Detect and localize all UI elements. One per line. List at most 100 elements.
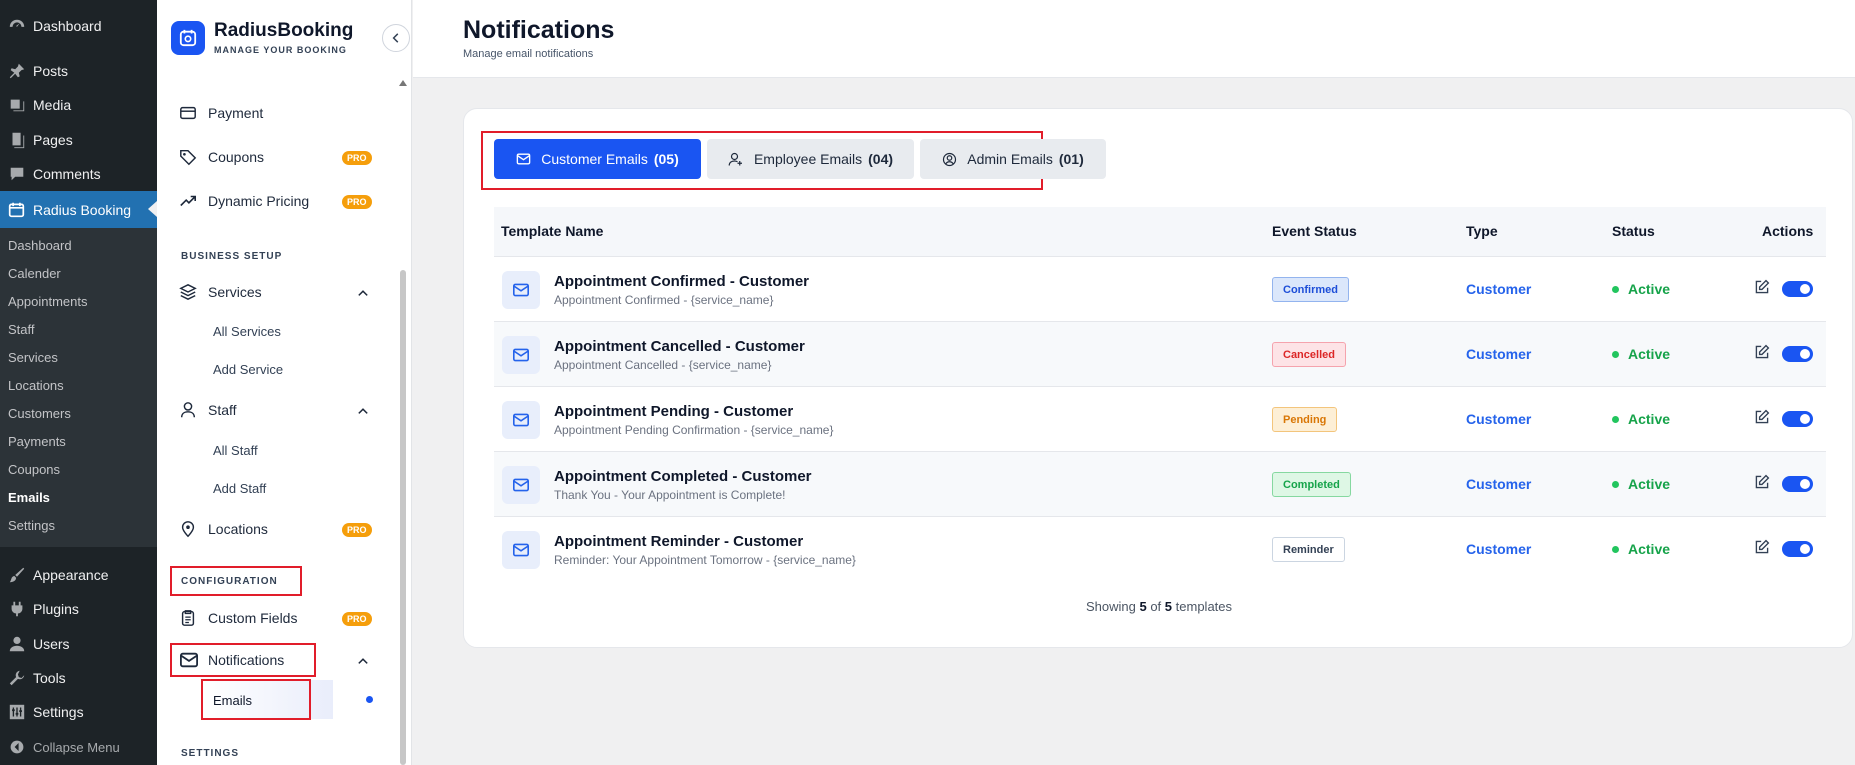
tab-count: (05)	[653, 151, 679, 167]
sidebar-subitem-all-services[interactable]: All Services	[213, 324, 281, 339]
status-indicator: Active	[1612, 476, 1670, 492]
wp-collapse-menu[interactable]: Collapse Menu	[0, 730, 157, 764]
wp-submenu-item[interactable]: Payments	[8, 434, 66, 449]
wp-menu-media[interactable]: Media	[0, 88, 157, 122]
edit-icon[interactable]	[1754, 279, 1770, 295]
wp-submenu-item[interactable]: Appointments	[8, 294, 88, 309]
comment-icon	[0, 165, 33, 183]
wp-submenu-item[interactable]: Settings	[8, 518, 55, 533]
page-header: Notifications Manage email notifications	[413, 0, 1855, 78]
tab-label: Customer Emails	[541, 151, 648, 167]
sidebar-item-label: Staff	[208, 402, 237, 418]
wp-menu-dashboard[interactable]: Dashboard	[0, 9, 157, 43]
sidebar-scrollbar[interactable]	[400, 270, 406, 765]
template-type: Customer	[1466, 541, 1532, 557]
sidebar-item-locations[interactable]: Locations	[179, 520, 268, 538]
tab-admin-emails[interactable]: Admin Emails (01)	[920, 139, 1106, 179]
wp-menu-tools[interactable]: Tools	[0, 661, 157, 695]
status-indicator: Active	[1612, 281, 1670, 297]
wp-submenu-item[interactable]: Coupons	[8, 462, 60, 477]
sidebar-item-services[interactable]: Services	[179, 283, 262, 301]
paintbrush-icon	[0, 566, 33, 584]
pro-badge: PRO	[342, 151, 372, 165]
status-toggle[interactable]	[1782, 281, 1813, 297]
chevron-up-icon[interactable]	[357, 287, 369, 299]
wp-menu-label: Radius Booking	[33, 201, 132, 218]
event-status-badge: Cancelled	[1272, 342, 1346, 367]
mail-icon	[502, 401, 540, 439]
status-indicator: Active	[1612, 346, 1670, 362]
table-row[interactable]: Appointment Confirmed - Customer Appoint…	[494, 257, 1826, 322]
tab-employee-emails[interactable]: Employee Emails (04)	[707, 139, 914, 179]
wp-menu-pages[interactable]: Pages	[0, 123, 157, 157]
wp-submenu-item[interactable]: Staff	[8, 322, 35, 337]
tab-customer-emails[interactable]: Customer Emails (05)	[494, 139, 701, 179]
chevron-left-icon	[392, 33, 399, 43]
plugin-sidebar: RadiusBooking MANAGE YOUR BOOKING Paymen…	[157, 0, 412, 765]
pro-badge: PRO	[342, 612, 372, 626]
edit-icon[interactable]	[1754, 474, 1770, 490]
wp-submenu-item[interactable]: Calender	[8, 266, 61, 281]
wp-admin-menu: Dashboard Posts Media Pages Comments Rad…	[0, 0, 157, 765]
wp-menu-label: Settings	[33, 704, 84, 720]
brand-title: RadiusBooking	[214, 20, 354, 41]
table-footer-summary: Showing 5 of 5 templates	[464, 599, 1854, 614]
edit-icon[interactable]	[1754, 344, 1770, 360]
wp-menu-label: Comments	[33, 166, 101, 182]
sidebar-item-dynamic-pricing[interactable]: Dynamic Pricing	[179, 192, 309, 210]
sidebar-subitem-all-staff[interactable]: All Staff	[213, 443, 258, 458]
event-status-badge: Confirmed	[1272, 277, 1349, 302]
sidebar-item-payment[interactable]: Payment	[179, 104, 263, 122]
table-row[interactable]: Appointment Completed - Customer Thank Y…	[494, 452, 1826, 517]
wp-submenu-item[interactable]: Locations	[8, 378, 64, 393]
status-toggle[interactable]	[1782, 411, 1813, 427]
wp-menu-users[interactable]: Users	[0, 627, 157, 661]
chevron-up-icon[interactable]	[357, 655, 369, 667]
footer-prefix: Showing	[1085, 599, 1136, 614]
wp-menu-settings[interactable]: Settings	[0, 695, 157, 729]
status-indicator: Active	[1612, 411, 1670, 427]
tab-count: (01)	[1058, 151, 1084, 167]
wp-menu-posts[interactable]: Posts	[0, 54, 157, 88]
pages-icon	[0, 131, 33, 149]
status-label: Active	[1628, 411, 1671, 427]
dashboard-icon	[0, 17, 33, 35]
column-header-actions: Actions	[1762, 223, 1814, 239]
wp-menu-radius-booking[interactable]: Radius Booking	[0, 191, 157, 228]
wp-menu-label: Collapse Menu	[33, 739, 120, 755]
status-label: Active	[1628, 281, 1671, 297]
sidebar-item-coupons[interactable]: Coupons	[179, 148, 264, 166]
status-dot	[1612, 480, 1619, 488]
clipboard-icon	[179, 609, 199, 627]
wp-submenu-item[interactable]: Services	[8, 350, 58, 365]
sidebar-subitem-add-service[interactable]: Add Service	[213, 362, 283, 377]
status-toggle[interactable]	[1782, 476, 1813, 492]
edit-icon[interactable]	[1754, 409, 1770, 425]
wp-menu-plugins[interactable]: Plugins	[0, 592, 157, 626]
sidebar-item-staff[interactable]: Staff	[179, 401, 237, 419]
wp-submenu-item[interactable]: Dashboard	[8, 238, 72, 253]
wrench-icon	[0, 669, 33, 687]
event-status-badge: Reminder	[1272, 537, 1345, 562]
wp-submenu-item-current[interactable]: Emails	[8, 490, 50, 505]
scroll-up-arrow[interactable]	[399, 80, 407, 86]
wp-submenu-item[interactable]: Customers	[8, 406, 71, 421]
status-toggle[interactable]	[1782, 346, 1813, 362]
brand[interactable]: RadiusBooking MANAGE YOUR BOOKING	[171, 20, 353, 55]
chevron-up-icon[interactable]	[357, 405, 369, 417]
table-row[interactable]: Appointment Reminder - Customer Reminder…	[494, 517, 1826, 582]
template-name: Appointment Cancelled - Customer	[554, 338, 805, 355]
wp-menu-comments[interactable]: Comments	[0, 157, 157, 191]
table-row[interactable]: Appointment Cancelled - Customer Appoint…	[494, 322, 1826, 387]
table-row[interactable]: Appointment Pending - Customer Appointme…	[494, 387, 1826, 452]
sidebar-item-custom-fields[interactable]: Custom Fields	[179, 609, 297, 627]
sidebar-collapse-button[interactable]	[382, 24, 410, 52]
wp-menu-label: Tools	[33, 670, 66, 686]
edit-icon[interactable]	[1754, 539, 1770, 555]
status-toggle[interactable]	[1782, 541, 1813, 557]
pro-badge: PRO	[342, 523, 372, 537]
event-status-badge: Pending	[1272, 407, 1338, 432]
sidebar-subitem-add-staff[interactable]: Add Staff	[213, 481, 266, 496]
wp-menu-appearance[interactable]: Appearance	[0, 558, 157, 592]
sidebar-item-label: Locations	[208, 521, 268, 537]
